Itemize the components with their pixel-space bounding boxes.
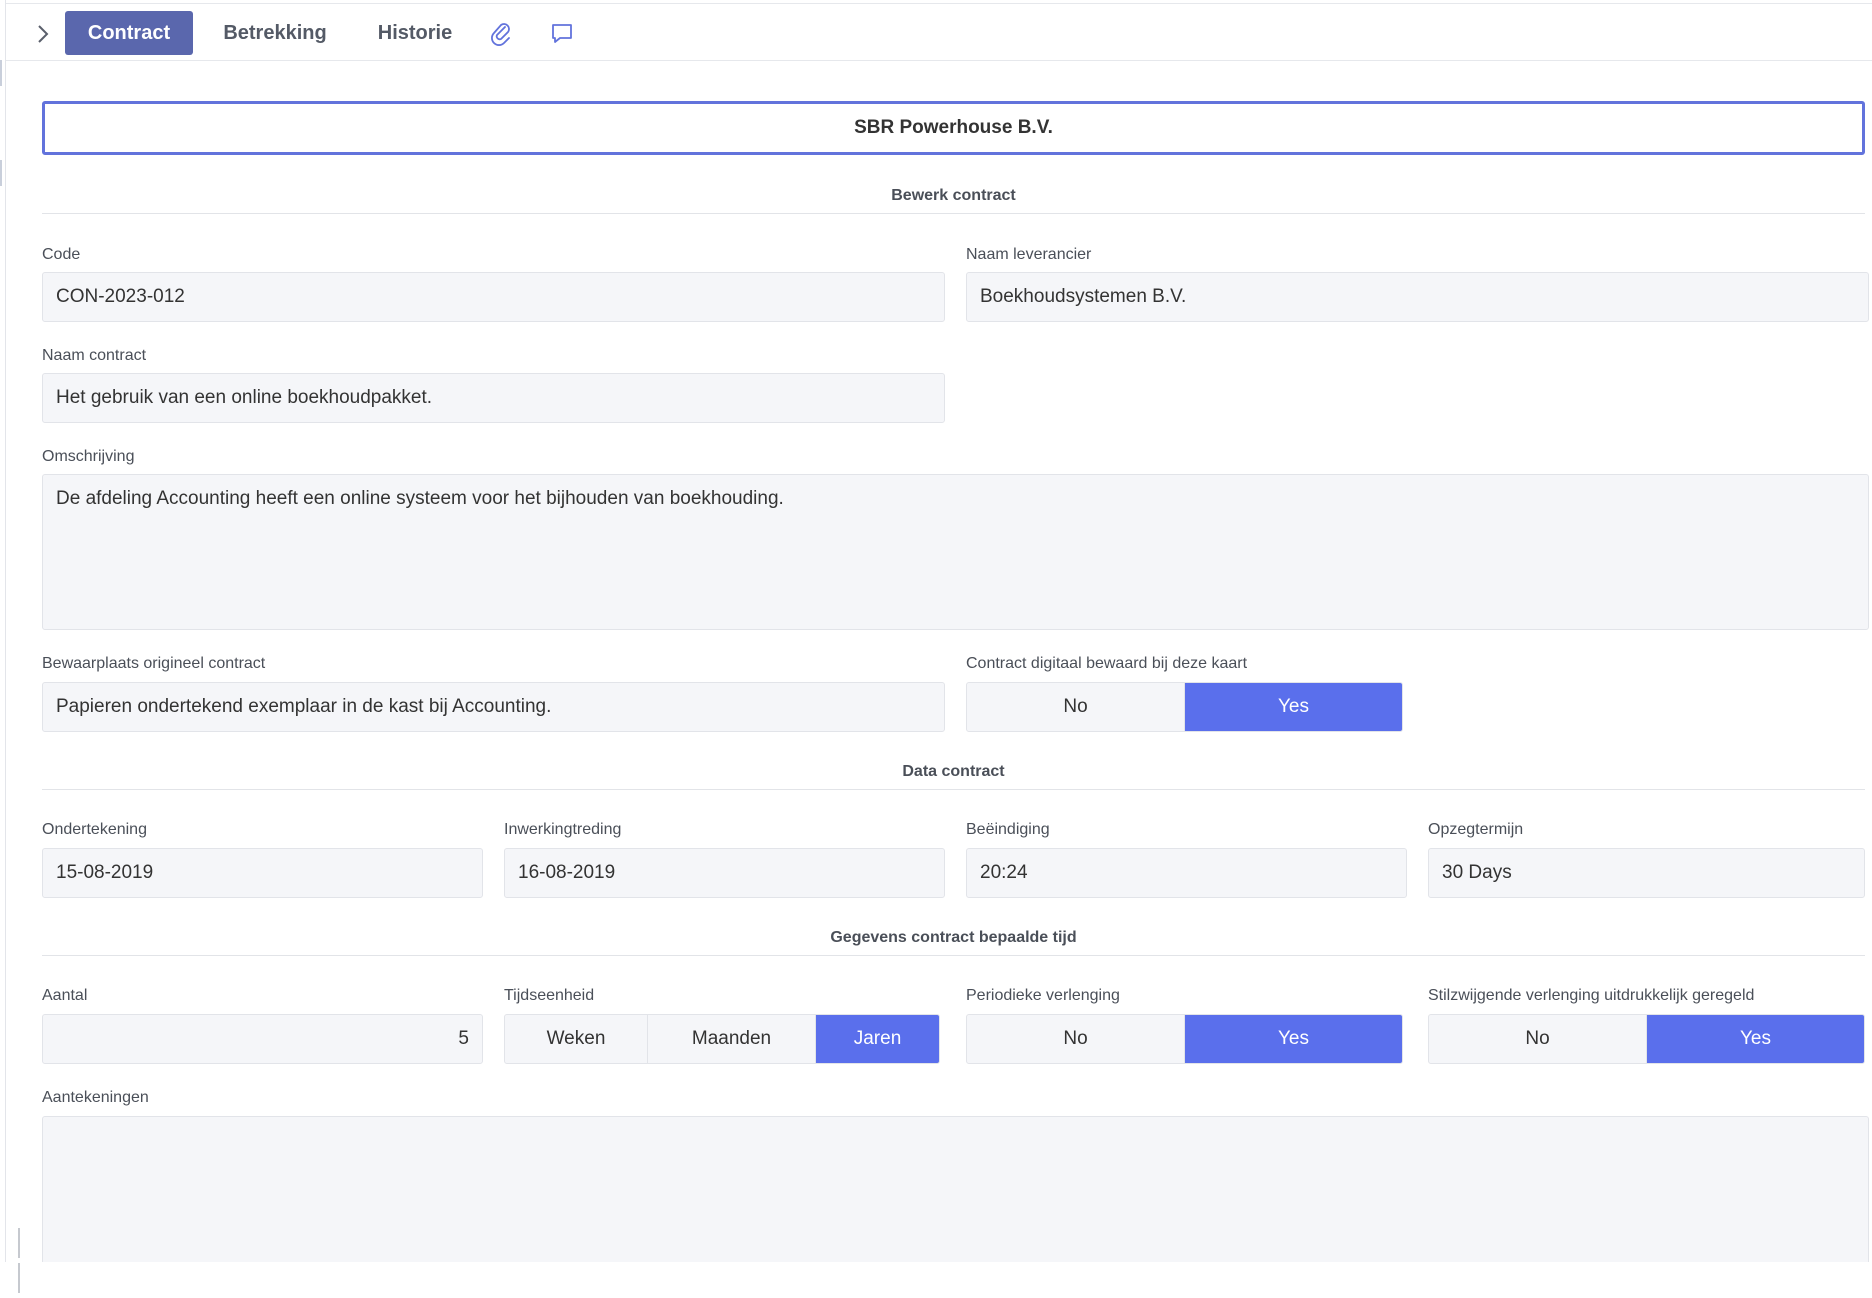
tab-contract[interactable]: Contract (65, 11, 193, 55)
tab-betrekking[interactable]: Betrekking (214, 11, 336, 55)
chevron-right-icon[interactable] (28, 19, 58, 49)
resize-grip[interactable] (18, 1228, 26, 1293)
supplier-field[interactable]: Boekhoudsystemen B.V. (966, 272, 1869, 322)
effective-label: Inwerkingtreding (504, 821, 622, 838)
company-header: SBR Powerhouse B.V. (42, 101, 1865, 155)
effective-date-field[interactable]: 16-08-2019 (504, 848, 945, 898)
supplier-label: Naam leverancier (966, 246, 1092, 263)
amount-field[interactable]: 5 (42, 1014, 483, 1064)
section-divider (42, 789, 1865, 790)
section-title-fixed-term: Gegevens contract bepaalde tijd (830, 929, 1077, 946)
left-panel-edge (0, 0, 6, 1262)
tacit-label: Stilzwijgende verlenging uitdrukkelijk g… (1428, 987, 1755, 1004)
tab-historie[interactable]: Historie (362, 11, 468, 55)
description-textarea[interactable]: De afdeling Accounting heeft een online … (42, 474, 1869, 630)
storage-label: Bewaarplaats origineel contract (42, 655, 266, 672)
notice-period-field[interactable]: 30 Days (1428, 848, 1865, 898)
digital-yes-option[interactable]: Yes (1185, 683, 1402, 731)
tab-bar: Contract Betrekking Historie (6, 3, 1872, 61)
description-label: Omschrijving (42, 448, 135, 465)
section-title-edit: Bewerk contract (891, 187, 1016, 204)
time-unit-label: Tijdseenheid (504, 987, 595, 1004)
contract-name-field[interactable]: Het gebruik van een online boekhoudpakke… (42, 373, 945, 423)
digital-no-option[interactable]: No (967, 683, 1185, 731)
periodic-toggle: No Yes (966, 1014, 1403, 1064)
digital-label: Contract digitaal bewaard bij deze kaart (966, 655, 1248, 672)
digital-toggle: No Yes (966, 682, 1403, 732)
storage-field[interactable]: Papieren ondertekend exemplaar in de kas… (42, 682, 945, 732)
notice-label: Opzegtermijn (1428, 821, 1524, 838)
edge-marker (0, 60, 2, 86)
notes-textarea[interactable] (42, 1116, 1869, 1262)
periodic-label: Periodieke verlenging (966, 987, 1120, 1004)
tacit-no-option[interactable]: No (1429, 1015, 1647, 1063)
tacit-toggle: No Yes (1428, 1014, 1865, 1064)
time-unit-months-option[interactable]: Maanden (648, 1015, 816, 1063)
code-label: Code (42, 246, 81, 263)
periodic-yes-option[interactable]: Yes (1185, 1015, 1402, 1063)
termination-label: Beëindiging (966, 821, 1050, 838)
speech-bubble-icon[interactable] (549, 21, 575, 47)
periodic-no-option[interactable]: No (967, 1015, 1185, 1063)
section-title-dates: Data contract (902, 763, 1005, 780)
section-divider (42, 955, 1865, 956)
signing-date-field[interactable]: 15-08-2019 (42, 848, 483, 898)
time-unit-weeks-option[interactable]: Weken (505, 1015, 648, 1063)
notes-label: Aantekeningen (42, 1089, 149, 1106)
time-unit-years-option[interactable]: Jaren (816, 1015, 939, 1063)
termination-field[interactable]: 20:24 (966, 848, 1407, 898)
amount-label: Aantal (42, 987, 88, 1004)
edge-marker (0, 160, 2, 186)
section-divider (42, 213, 1865, 214)
time-unit-selector: Weken Maanden Jaren (504, 1014, 940, 1064)
signing-label: Ondertekening (42, 821, 147, 838)
tacit-yes-option[interactable]: Yes (1647, 1015, 1864, 1063)
contract-name-label: Naam contract (42, 347, 147, 364)
paperclip-icon[interactable] (488, 21, 514, 47)
code-field[interactable]: CON-2023-012 (42, 272, 945, 322)
